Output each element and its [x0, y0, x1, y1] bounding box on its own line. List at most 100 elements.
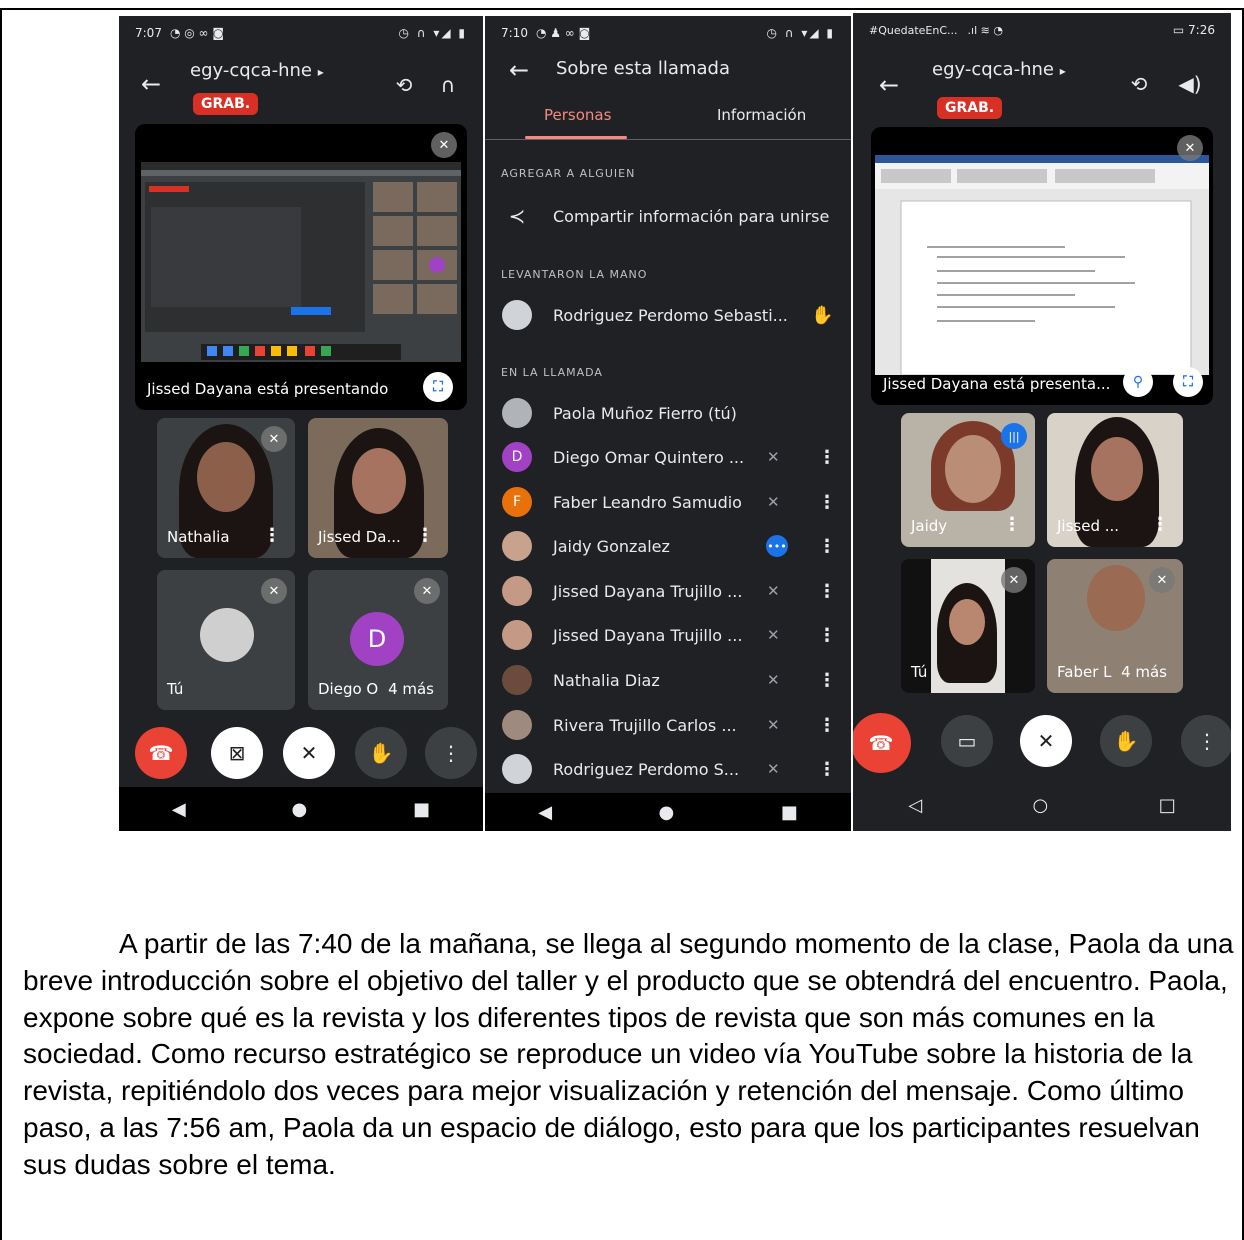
section-heading-in-call: EN LA LLAMADA [501, 366, 603, 379]
section-heading-add: AGREGAR A ALGUIEN [501, 167, 636, 180]
participant-row[interactable]: Jissed Dayana Trujillo ... ✕ ⋮ [485, 615, 851, 655]
switch-camera-icon[interactable]: ⟲ [1126, 71, 1152, 97]
screenshot-meet-call-1: 7:07 ◔ ◎ ∞ ◙ ◷ ∩ ▾◢ ▮ ← egy-cqca-hne ▸ G… [119, 16, 483, 831]
fullscreen-icon[interactable]: ⛶ [423, 372, 453, 402]
more-options-icon[interactable]: ⋮ [1003, 514, 1021, 535]
avatar [502, 300, 532, 330]
share-icon: ≺ [508, 204, 526, 228]
participant-tile[interactable]: Jissed ... ⋮ [1047, 413, 1183, 547]
screenshot-meet-call-2: #QuedateEnC... .ıl ≋ ◔ ▭ 7:26 ← egy-cqca… [853, 13, 1231, 831]
more-options-icon[interactable]: ⋮ [818, 759, 836, 780]
back-arrow-icon[interactable]: ← [141, 70, 161, 98]
speaker-icon[interactable]: ◀) [1177, 71, 1203, 97]
pin-icon[interactable]: ⚲ [1123, 367, 1153, 397]
hang-up-button[interactable]: ☎ [853, 713, 911, 773]
mic-off-button[interactable]: ✕ [283, 727, 335, 779]
nav-recents-icon[interactable]: □ [1159, 795, 1176, 816]
android-nav-bar: ◁ ○ □ [853, 779, 1231, 831]
nav-back-icon[interactable]: ◁ [908, 795, 922, 816]
hang-up-button[interactable]: ☎ [135, 727, 187, 779]
participant-tile-more[interactable]: ✕ Faber L 4 más [1047, 559, 1183, 693]
speaking-icon: ••• [766, 535, 788, 557]
raise-hand-button[interactable]: ✋ [1100, 715, 1152, 767]
presentation-tile[interactable]: ✕ Jissed Dayana está presentando ⛶ [135, 124, 467, 410]
nav-home-icon[interactable]: ● [292, 799, 308, 820]
nav-home-icon[interactable]: ○ [1033, 795, 1049, 816]
participant-row[interactable]: D Diego Omar Quintero ... ✕ ⋮ [485, 437, 851, 477]
speaking-icon: ||| [1001, 423, 1027, 449]
nav-home-icon[interactable]: ● [659, 802, 675, 823]
participant-tile-self[interactable]: ✕ Tú [901, 559, 1035, 693]
avatar [502, 620, 532, 650]
avatar [502, 754, 532, 784]
more-options-icon[interactable]: ⋮ [818, 536, 836, 557]
nav-recents-icon[interactable]: ■ [781, 802, 798, 823]
more-options-icon[interactable]: ⋮ [818, 447, 836, 468]
avatar: D [502, 442, 532, 472]
participant-row[interactable]: Jissed Dayana Trujillo ... ✕ ⋮ [485, 571, 851, 611]
more-options-icon[interactable]: ⋮ [818, 492, 836, 513]
android-nav-bar: ◀ ● ■ [119, 787, 483, 831]
presentation-tile[interactable]: ✕ Jissed Dayana está presenta... ⚲ ⛶ [871, 127, 1213, 405]
more-options-icon[interactable]: ⋮ [818, 625, 836, 646]
more-options-icon[interactable]: ⋮ [416, 525, 434, 546]
nav-back-icon[interactable]: ◀ [538, 802, 552, 823]
mic-off-button[interactable]: ✕ [1020, 715, 1072, 767]
participant-tile-more[interactable]: D ✕ Diego O 4 más [308, 570, 448, 710]
participant-row[interactable]: Jaidy Gonzalez ••• ⋮ [485, 526, 851, 566]
back-arrow-icon[interactable]: ← [879, 71, 899, 99]
participant-tile[interactable]: ||| Jaidy ⋮ [901, 413, 1035, 547]
avatar [502, 531, 532, 561]
participant-row[interactable]: Nathalia Diaz ✕ ⋮ [485, 660, 851, 700]
participant-name: Nathalia [167, 528, 230, 546]
participant-face [949, 599, 985, 645]
participant-tile-self[interactable]: ✕ Tú [157, 570, 295, 710]
status-bar: #QuedateEnC... .ıl ≋ ◔ ▭ 7:26 [853, 13, 1231, 47]
mic-off-icon: ✕ [767, 582, 780, 600]
more-options-icon[interactable]: ⋮ [1151, 514, 1169, 535]
participant-row[interactable]: Paola Muñoz Fierro (tú) [485, 393, 851, 433]
switch-camera-icon[interactable]: ⟲ [391, 72, 417, 98]
more-options-button[interactable]: ⋮ [425, 727, 477, 779]
status-carrier: #QuedateEnC... [869, 23, 958, 37]
participant-name: Tú [167, 680, 184, 698]
share-join-info[interactable]: ≺ Compartir información para unirse [485, 196, 851, 236]
raise-hand-button[interactable]: ✋ [355, 727, 407, 779]
meeting-code[interactable]: egy-cqca-hne ▸ [190, 60, 324, 81]
screenshot-meet-participants: 7:10 ◔ ♟ ∞ ◙ ◷ ∩ ▾◢ ▮ ← Sobre esta llama… [485, 16, 851, 831]
more-options-icon[interactable]: ⋮ [818, 670, 836, 691]
tab-informacion[interactable]: Información [717, 106, 806, 124]
mic-off-icon: ✕ [1149, 567, 1175, 593]
participant-name: Rodriguez Perdomo Sebasti... [553, 305, 788, 325]
participant-row[interactable]: Rodriguez Perdomo S... ✕ ⋮ [485, 749, 851, 789]
nav-back-icon[interactable]: ◀ [172, 799, 186, 820]
participant-row[interactable]: F Faber Leandro Samudio ✕ ⋮ [485, 482, 851, 522]
mic-off-icon: ✕ [767, 716, 780, 734]
audio-output-icon[interactable]: ∩ [435, 72, 461, 98]
more-options-icon[interactable]: ⋮ [818, 581, 836, 602]
mic-off-icon: ✕ [431, 132, 457, 158]
more-options-button[interactable]: ⋮ [1181, 715, 1231, 767]
back-arrow-icon[interactable]: ← [509, 56, 529, 84]
shared-screen [141, 162, 461, 362]
more-options-icon[interactable]: ⋮ [263, 525, 281, 546]
more-options-icon[interactable]: ⋮ [818, 715, 836, 736]
meeting-code[interactable]: egy-cqca-hne ▸ [932, 59, 1066, 80]
fullscreen-icon[interactable]: ⛶ [1173, 367, 1203, 397]
shared-document-thumbnail [875, 155, 1209, 376]
system-icons: ◷ ∩ ▾◢ ▮ [766, 26, 835, 40]
camera-off-button[interactable]: ⊠ [211, 727, 263, 779]
participant-tile[interactable]: ✕ Nathalia ⋮ [157, 418, 295, 558]
mic-off-icon: ✕ [414, 578, 440, 604]
recording-badge: GRAB. [193, 93, 259, 115]
tab-personas[interactable]: Personas [544, 106, 611, 124]
presenting-label: Jissed Dayana está presenta... [883, 375, 1111, 393]
participant-tile[interactable]: Jissed Da... ⋮ [308, 418, 448, 558]
nav-recents-icon[interactable]: ■ [413, 799, 430, 820]
signal-icons: .ıl ≋ ◔ [967, 23, 1003, 37]
camera-button[interactable]: ▭ [941, 715, 993, 767]
participant-name: Diego Omar Quintero ... [553, 447, 745, 467]
raised-hand-row[interactable]: Rodriguez Perdomo Sebasti... ✋ [485, 295, 851, 335]
participant-row[interactable]: Rivera Trujillo Carlos ... ✕ ⋮ [485, 705, 851, 745]
participant-name: Diego O [318, 680, 379, 698]
